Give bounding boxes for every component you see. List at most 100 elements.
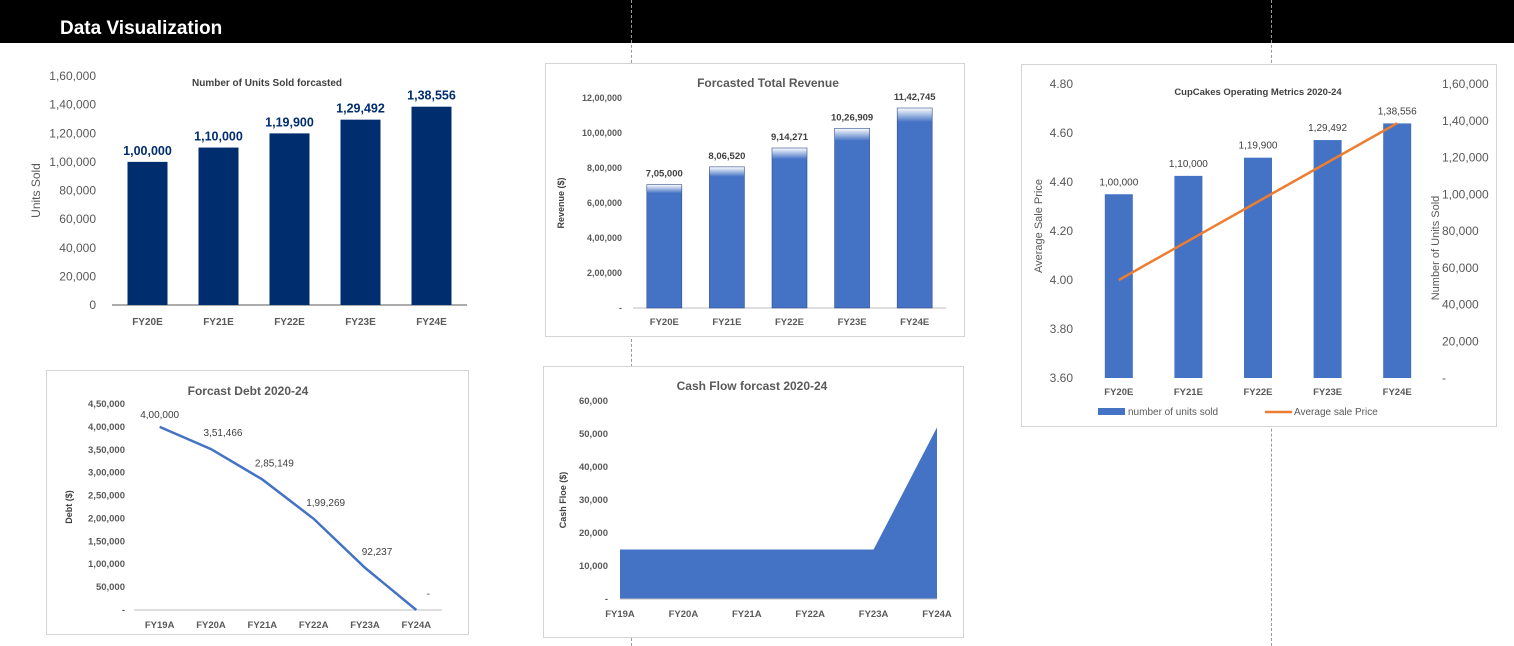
header-bar: [0, 0, 1514, 43]
bar: [771, 147, 808, 309]
bar: [1174, 175, 1203, 378]
y2-tick-label: 1,20,000: [1442, 151, 1489, 165]
x-tick-label: FY22E: [775, 317, 804, 328]
y-tick-label: -: [122, 605, 125, 616]
y-tick-label: -: [605, 594, 608, 605]
legend-label: number of units sold: [1128, 407, 1218, 418]
x-tick-label: FY23E: [345, 317, 376, 328]
y-tick-label: 10,000: [579, 561, 608, 572]
bar: [1244, 157, 1272, 378]
x-tick-label: FY21A: [732, 609, 762, 620]
data-label: 8,06,520: [708, 151, 745, 162]
y-tick-label: 0: [89, 298, 96, 312]
y-tick-label: 20,000: [59, 269, 96, 283]
x-tick-label: FY20E: [650, 317, 679, 328]
bar: [834, 127, 870, 309]
x-tick-label: FY21E: [712, 317, 741, 328]
y-tick-label: 8,00,000: [587, 163, 622, 173]
bar: [269, 133, 310, 305]
y-tick-label: 1,00,000: [49, 155, 96, 169]
data-label: 7,05,000: [646, 169, 683, 180]
x-tick-label: FY23A: [859, 609, 889, 620]
y-tick-label: 30,000: [579, 495, 608, 506]
chart-svg: Number of Units Sold forcasted Units Sold…: [29, 69, 467, 328]
y-axis-label: Revenue ($): [556, 177, 566, 228]
data-label: 3,51,466: [204, 428, 243, 439]
y2-tick-label: 40,000: [1442, 298, 1479, 312]
x-tick-label: FY24A: [922, 609, 952, 620]
y-tick-label: 4.40: [1050, 175, 1074, 189]
bar: [198, 147, 239, 305]
chart-title: Number of Units Sold forcasted: [192, 78, 342, 89]
y-tick-label: 1,40,000: [49, 98, 96, 112]
y2-tick-label: -: [1442, 371, 1446, 385]
y-tick-label: 3,00,000: [88, 468, 125, 479]
x-tick-label: FY23A: [350, 620, 380, 631]
y2-tick-label: 80,000: [1442, 224, 1479, 238]
page-title: Data Visualization: [60, 18, 223, 39]
revenue-chart: Forcasted Total Revenue Revenue ($) - 2,00,…: [545, 63, 965, 337]
chart-svg: Forcast Debt 2020-24 Debt ($) - 50,000 1,00,…: [64, 384, 442, 631]
chart-svg: Cash Flow forcast 2020-24 Cash Floe ($) - 1…: [558, 379, 952, 620]
data-label: 1,10,000: [1169, 159, 1208, 170]
y-tick-label: 3,50,000: [88, 445, 125, 456]
x-tick-label: FY21E: [1174, 387, 1203, 398]
bar: [1313, 140, 1342, 378]
chart-title: CupCakes Operating Metrics 2020-24: [1174, 87, 1342, 98]
data-label: 1,29,492: [1308, 123, 1347, 134]
y2-tick-label: 60,000: [1442, 261, 1479, 275]
x-tick-label: FY20A: [196, 620, 226, 631]
y-tick-label: 80,000: [59, 184, 96, 198]
data-label: 1,00,000: [123, 144, 172, 158]
y-axis-label: Debt ($): [64, 490, 74, 524]
y-tick-label: 1,50,000: [88, 536, 125, 547]
bar: [340, 119, 381, 305]
y-tick-label: 50,000: [96, 582, 125, 593]
x-tick-label: FY24E: [900, 317, 929, 328]
y-tick-label: 4,00,000: [587, 233, 622, 243]
cashflow-chart: Cash Flow forcast 2020-24 Cash Floe ($) - 1…: [543, 366, 964, 638]
y-tick-label: 4.20: [1050, 224, 1074, 238]
bar: [411, 106, 452, 305]
data-label: 2,85,149: [255, 458, 294, 469]
data-label: 1,38,556: [1378, 106, 1417, 117]
y-axis-label: Cash Floe ($): [558, 472, 568, 529]
line-series: [159, 425, 418, 611]
y-tick-label: -: [619, 303, 622, 313]
y-tick-label: 2,50,000: [88, 491, 125, 502]
y-tick-label: 1,00,000: [88, 559, 125, 570]
x-tick-label: FY21E: [203, 317, 234, 328]
legend-swatch: [1098, 408, 1125, 415]
data-label: 10,26,909: [831, 112, 873, 123]
y-tick-label: 50,000: [579, 429, 608, 440]
chart-svg: Forcasted Total Revenue Revenue ($) - 2,00,…: [556, 76, 946, 328]
x-tick-label: FY22A: [299, 620, 329, 631]
legend-label: Average sale Price: [1294, 407, 1378, 418]
y-tick-label: 2,00,000: [587, 268, 622, 278]
x-tick-label: FY21A: [248, 620, 278, 631]
bar: [1104, 194, 1133, 378]
chart-title: Forcasted Total Revenue: [697, 76, 839, 90]
x-tick-label: FY19A: [605, 609, 635, 620]
x-tick-label: FY20E: [1104, 387, 1133, 398]
debt-chart: Forcast Debt 2020-24 Debt ($) - 50,000 1,00,…: [46, 370, 469, 635]
data-label: 1,19,900: [1239, 141, 1278, 152]
x-tick-label: FY20A: [669, 609, 699, 620]
y-tick-label: 4,50,000: [88, 399, 125, 410]
y-tick-label: 4,00,000: [88, 422, 125, 433]
data-label: 4,00,000: [140, 410, 179, 421]
y-tick-label: 1,20,000: [49, 126, 96, 140]
x-tick-label: FY20E: [132, 317, 163, 328]
y-axis-label: Units Sold: [29, 163, 43, 218]
y-tick-label: 2,00,000: [88, 513, 125, 524]
data-label: -: [427, 589, 430, 600]
data-label: 1,38,556: [407, 89, 456, 103]
data-label: 1,00,000: [1099, 177, 1138, 188]
bar: [646, 184, 683, 309]
y-tick-label: 3.60: [1050, 371, 1074, 385]
y2-tick-label: 1,00,000: [1442, 187, 1489, 201]
bar: [127, 161, 168, 305]
chart-svg: CupCakes Operating Metrics 2020-24 Averag…: [1033, 77, 1489, 418]
y-tick-label: 4.80: [1050, 77, 1074, 91]
y-tick-label: 3.80: [1050, 322, 1074, 336]
